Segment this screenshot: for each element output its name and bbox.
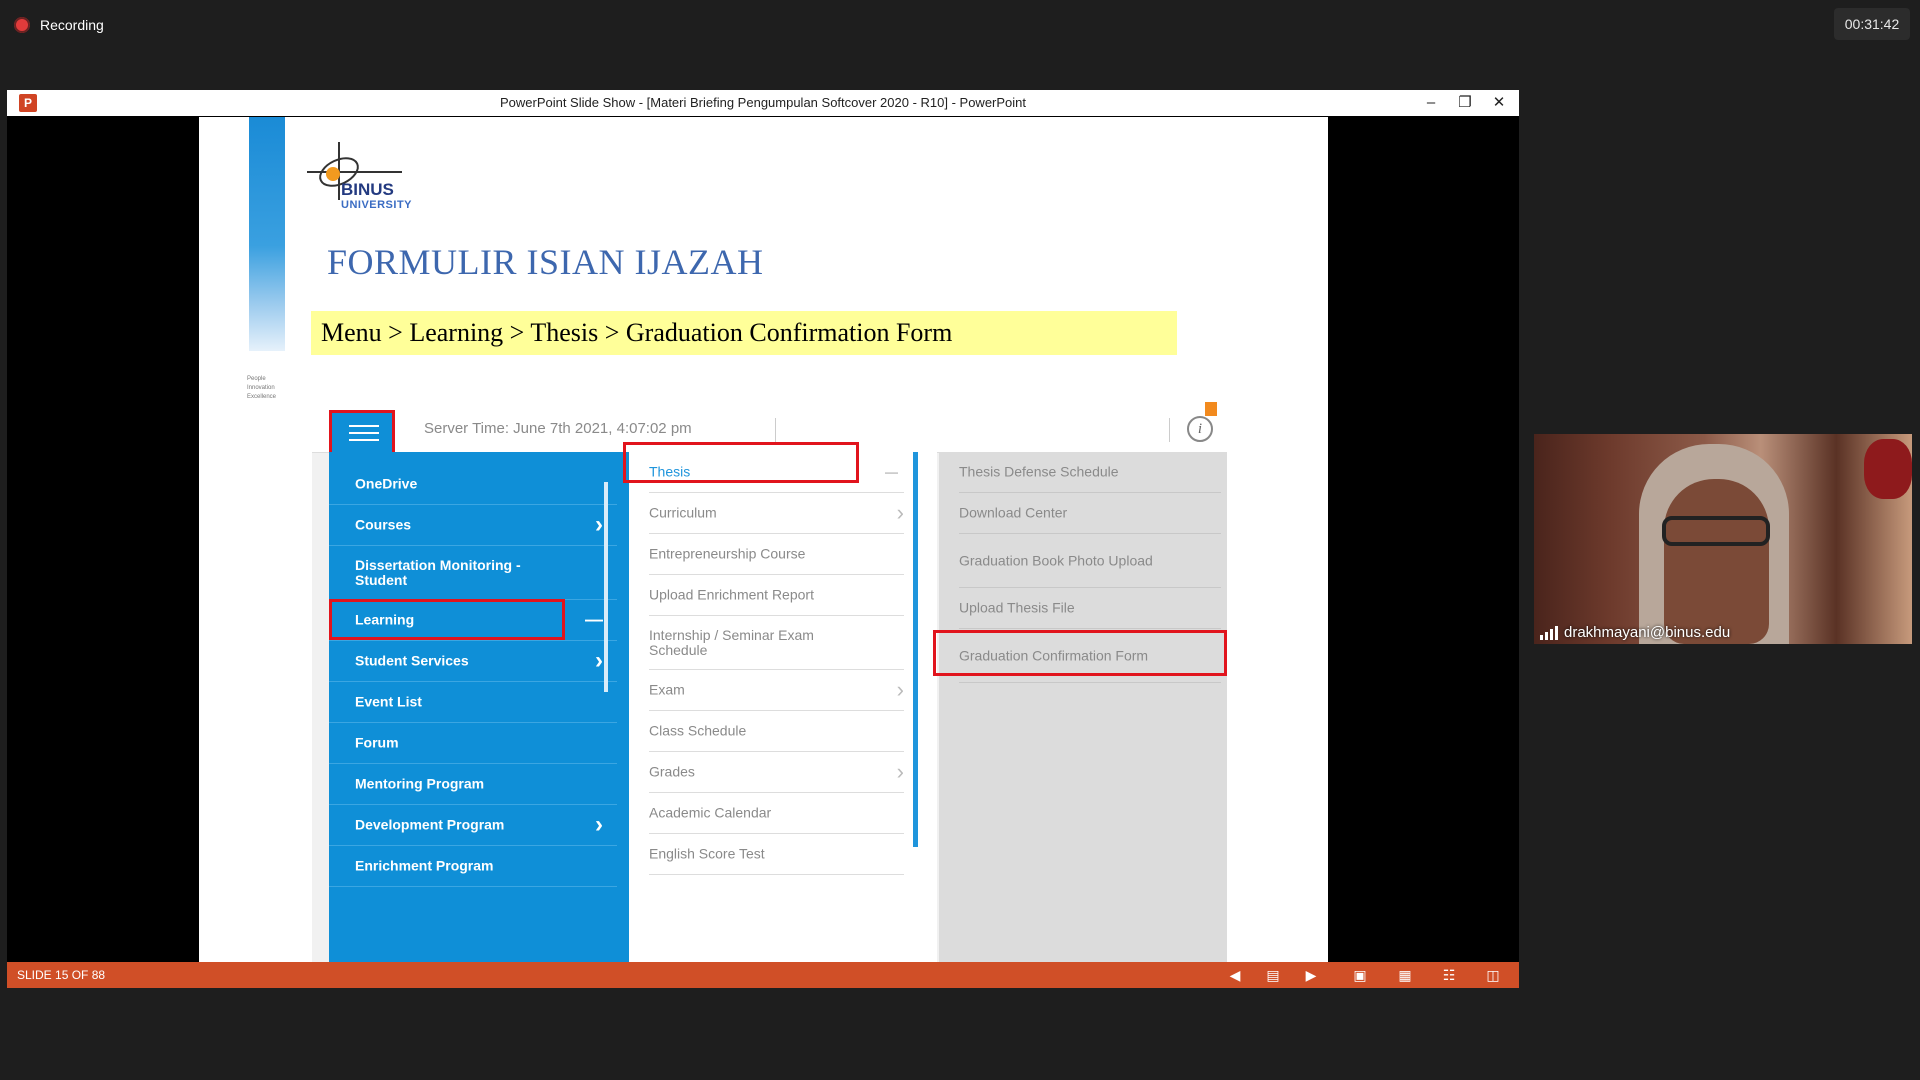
decorative-strip xyxy=(249,117,285,351)
navigation-path: Menu > Learning > Thesis > Graduation Co… xyxy=(311,311,1177,355)
submenu-item-grades[interactable]: Grades › xyxy=(649,752,904,793)
chevron-right-icon: › xyxy=(896,759,904,784)
menu-item-mentoring-program[interactable]: Mentoring Program xyxy=(329,764,617,805)
highlight-box xyxy=(329,599,565,640)
binus-logo: BINUS UNIVERSITY xyxy=(307,142,447,224)
menu-item-dissertation-monitoring[interactable]: Dissertation Monitoring - Student xyxy=(329,546,617,600)
notes-icon[interactable]: ▤ xyxy=(1263,966,1283,984)
divider xyxy=(1169,418,1170,442)
menu-item-development-program[interactable]: Development Program › xyxy=(329,805,617,846)
submenu-item-internship-seminar[interactable]: Internship / Seminar Exam Schedule xyxy=(649,616,904,670)
chevron-right-icon: › xyxy=(896,677,904,702)
notification-flag-icon xyxy=(1205,402,1217,416)
submenu-item-academic-calendar[interactable]: Academic Calendar xyxy=(649,793,904,834)
slide-sorter-icon[interactable]: ▦ xyxy=(1395,966,1415,984)
submenu-item-exam[interactable]: Exam › xyxy=(649,670,904,711)
info-icon[interactable]: i xyxy=(1187,416,1213,442)
slideshow-statusbar: SLIDE 15 OF 88 ◀ ▤ ▶ ▣ ▦ ☷ ◫ xyxy=(7,962,1519,988)
tagline: People Innovation Excellence xyxy=(247,376,277,400)
close-button[interactable]: ✕ xyxy=(1482,90,1516,116)
menu-item-student-services[interactable]: Student Services › xyxy=(329,641,617,682)
slide-canvas: People Innovation Excellence BINUS UNIVE… xyxy=(199,117,1328,963)
recording-icon xyxy=(14,17,30,33)
submenu-item-graduation-book-photo-upload[interactable]: Graduation Book Photo Upload xyxy=(959,534,1221,588)
chevron-right-icon: › xyxy=(896,500,904,525)
recording-label: Recording xyxy=(40,17,104,33)
menu-item-event-list[interactable]: Event List xyxy=(329,682,617,723)
chevron-right-icon: › xyxy=(595,811,603,838)
logo-subtext: UNIVERSITY xyxy=(341,199,413,211)
collapse-icon: — xyxy=(585,609,603,630)
video-frame xyxy=(1662,516,1770,546)
chevron-right-icon: › xyxy=(595,511,603,538)
submenu-item-upload-enrichment-report[interactable]: Upload Enrichment Report xyxy=(649,575,904,616)
highlight-box xyxy=(933,630,1227,676)
meeting-timer: 00:31:42 xyxy=(1834,8,1910,40)
participant-video[interactable]: drakhmayani@binus.edu xyxy=(1534,434,1912,644)
portal-screenshot: Server Time: June 7th 2021, 4:07:02 pm i… xyxy=(312,402,1227,963)
submenu-item-class-schedule[interactable]: Class Schedule xyxy=(649,711,904,752)
slide-title: FORMULIR ISIAN IJAZAH xyxy=(327,242,764,282)
menu-item-onedrive[interactable]: OneDrive xyxy=(329,464,617,505)
submenu-item-entrepreneurship-course[interactable]: Entrepreneurship Course xyxy=(649,534,904,575)
next-slide-icon[interactable]: ▶ xyxy=(1301,966,1321,984)
collapse-icon: — xyxy=(885,464,898,480)
submenu-item-upload-thesis-file[interactable]: Upload Thesis File xyxy=(959,588,1221,629)
window-title: PowerPoint Slide Show - [Materi Briefing… xyxy=(499,95,1027,110)
window-titlebar: P PowerPoint Slide Show - [Materi Briefi… xyxy=(7,90,1519,116)
slideshow-icon[interactable]: ◫ xyxy=(1483,966,1503,984)
video-frame xyxy=(1664,479,1769,644)
participant-name: drakhmayani@binus.edu xyxy=(1540,624,1730,641)
previous-slide-icon[interactable]: ◀ xyxy=(1225,966,1245,984)
divider xyxy=(775,418,776,442)
chevron-right-icon: › xyxy=(595,647,603,674)
highlight-box xyxy=(623,442,859,483)
submenu-item-curriculum[interactable]: Curriculum › xyxy=(649,493,904,534)
menu-item-forum[interactable]: Forum xyxy=(329,723,617,764)
powerpoint-window: P PowerPoint Slide Show - [Materi Briefi… xyxy=(7,90,1519,988)
signal-strength-icon xyxy=(1540,625,1558,640)
reading-view-icon[interactable]: ☷ xyxy=(1439,966,1459,984)
minimize-button[interactable]: – xyxy=(1414,90,1448,116)
recording-indicator: Recording xyxy=(14,14,104,36)
slide-counter: SLIDE 15 OF 88 xyxy=(17,968,106,982)
normal-view-icon[interactable]: ▣ xyxy=(1350,966,1370,984)
submenu-item-download-center[interactable]: Download Center xyxy=(959,493,1221,534)
menu-item-enrichment-program[interactable]: Enrichment Program xyxy=(329,846,617,887)
main-menu: OneDrive Courses › Dissertation Monitori… xyxy=(329,452,629,963)
video-frame xyxy=(1864,439,1912,499)
restore-button[interactable]: ❐ xyxy=(1448,90,1482,116)
logo-text: BINUS xyxy=(341,180,394,199)
thesis-submenu: Thesis Defense Schedule Download Center … xyxy=(939,452,1227,963)
submenu-item-english-score-test[interactable]: English Score Test xyxy=(649,834,904,875)
submenu-scrollbar[interactable] xyxy=(913,452,918,847)
server-time: Server Time: June 7th 2021, 4:07:02 pm xyxy=(424,420,692,437)
menu-item-courses[interactable]: Courses › xyxy=(329,505,617,546)
highlight-box xyxy=(329,410,395,456)
learning-submenu: Thesis — Curriculum › Entrepreneurship C… xyxy=(629,452,937,963)
menu-scrollbar[interactable] xyxy=(604,482,608,692)
submenu-item-thesis-defense-schedule[interactable]: Thesis Defense Schedule xyxy=(959,452,1221,493)
